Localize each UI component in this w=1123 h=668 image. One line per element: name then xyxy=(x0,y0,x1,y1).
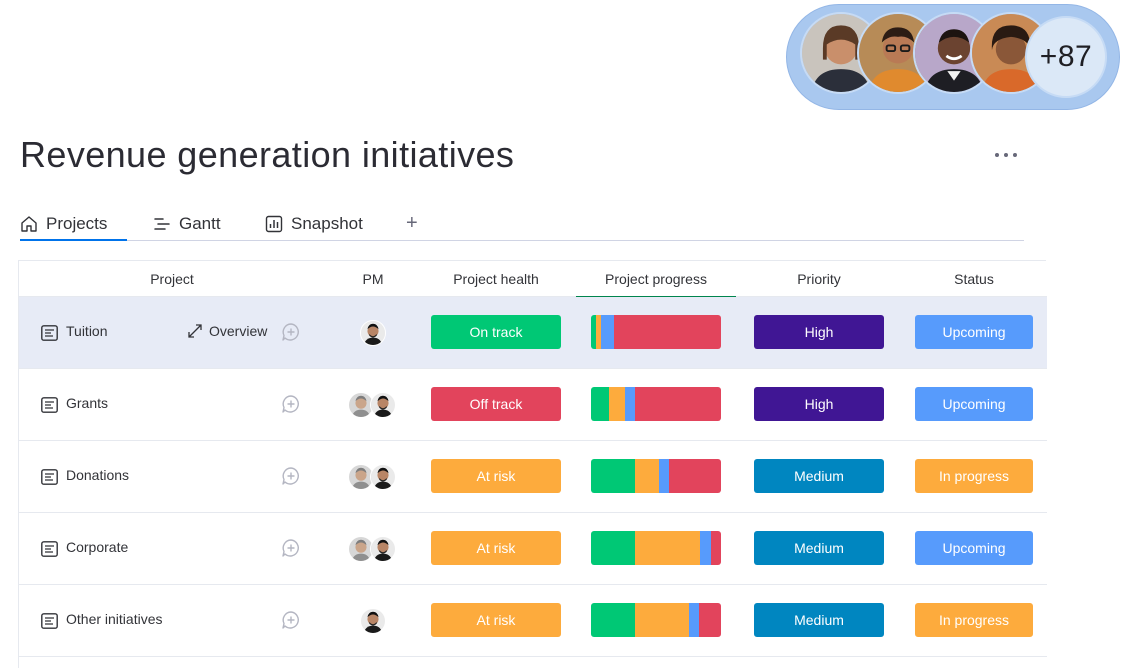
item-icon xyxy=(41,613,58,629)
status-label[interactable]: In progress xyxy=(915,459,1033,493)
column-header-pm[interactable]: PM xyxy=(325,261,421,297)
project-name: Donations xyxy=(66,467,130,483)
progress-segment xyxy=(658,459,669,493)
progress-segment xyxy=(635,459,659,493)
progress-bar[interactable] xyxy=(591,531,721,565)
project-name-cell[interactable]: Grants xyxy=(19,369,325,440)
project-name-cell[interactable]: Tuition Overview xyxy=(19,297,325,368)
health-label[interactable]: Off track xyxy=(431,387,561,421)
priority-label[interactable]: High xyxy=(754,315,884,349)
project-name-cell[interactable]: Donations xyxy=(19,441,325,512)
pm-avatar xyxy=(360,608,386,634)
pm-cell[interactable] xyxy=(325,369,421,440)
projects-table: Project PM Project health Project progre… xyxy=(18,260,1049,668)
progress-segment xyxy=(710,531,721,565)
overview-label: Overview xyxy=(209,323,268,339)
status-label[interactable]: Upcoming xyxy=(915,531,1033,565)
health-label[interactable]: At risk xyxy=(431,603,561,637)
column-header-priority[interactable]: Priority xyxy=(739,261,899,297)
project-name: Other initiatives xyxy=(66,611,163,627)
health-label[interactable]: At risk xyxy=(431,459,561,493)
project-name: Corporate xyxy=(66,539,129,555)
chart-icon xyxy=(265,215,283,233)
table-row[interactable]: Corporate At risk Medium Upcoming xyxy=(19,513,1047,585)
table-row[interactable]: Grants Off track High Upcoming xyxy=(19,369,1047,441)
page-title: Revenue generation initiatives xyxy=(20,134,515,175)
tab-label: Gantt xyxy=(179,214,221,233)
tab-label: Projects xyxy=(46,214,108,233)
table-row[interactable]: Donations At risk Medium In progress xyxy=(19,441,1047,513)
project-name: Grants xyxy=(66,395,109,411)
project-name-cell[interactable]: Corporate xyxy=(19,513,325,584)
health-label[interactable]: At risk xyxy=(431,531,561,565)
priority-label[interactable]: High xyxy=(754,387,884,421)
overview-button[interactable]: Overview xyxy=(187,323,267,339)
pm-cell[interactable] xyxy=(325,297,421,368)
project-name-cell[interactable]: Other initiatives xyxy=(19,585,325,656)
add-update-icon[interactable] xyxy=(281,538,301,558)
add-update-icon[interactable] xyxy=(281,322,301,342)
status-label[interactable]: Upcoming xyxy=(915,315,1033,349)
add-update-icon[interactable] xyxy=(281,610,301,630)
column-header-progress[interactable]: Project progress xyxy=(576,261,736,298)
column-header-health[interactable]: Project health xyxy=(421,261,571,297)
pm-avatar xyxy=(370,536,396,562)
more-collaborators-badge[interactable]: +87 xyxy=(1025,16,1107,98)
progress-bar[interactable] xyxy=(591,459,721,493)
progress-segment xyxy=(591,387,610,421)
table-row[interactable]: Tuition Overview On track High Upcoming xyxy=(19,297,1047,369)
progress-segment xyxy=(591,603,636,637)
gantt-icon xyxy=(154,218,170,230)
table-header: Project PM Project health Project progre… xyxy=(19,261,1049,298)
tab-projects[interactable]: Projects xyxy=(20,208,127,241)
add-update-icon[interactable] xyxy=(281,466,301,486)
pm-cell[interactable] xyxy=(325,513,421,584)
home-icon xyxy=(21,216,37,232)
progress-segment xyxy=(698,603,721,637)
pm-avatar xyxy=(370,464,396,490)
table-row[interactable]: Other initiatives At risk Medium In progres… xyxy=(19,585,1047,657)
expand-icon xyxy=(188,324,202,338)
priority-label[interactable]: Medium xyxy=(754,531,884,565)
tab-gantt[interactable]: Gantt xyxy=(153,208,221,240)
progress-segment xyxy=(601,315,615,349)
more-horizontal-icon[interactable] xyxy=(986,140,1026,170)
progress-segment xyxy=(591,459,636,493)
progress-segment xyxy=(609,387,625,421)
progress-bar[interactable] xyxy=(591,315,721,349)
pm-cell[interactable] xyxy=(325,441,421,512)
item-icon xyxy=(41,325,58,341)
progress-segment xyxy=(624,387,636,421)
priority-label[interactable]: Medium xyxy=(754,459,884,493)
item-icon xyxy=(41,469,58,485)
progress-segment xyxy=(688,603,699,637)
column-header-project[interactable]: Project xyxy=(19,261,325,297)
progress-segment xyxy=(635,603,689,637)
item-icon xyxy=(41,397,58,413)
progress-segment xyxy=(591,531,636,565)
column-header-status[interactable]: Status xyxy=(899,261,1049,297)
progress-segment xyxy=(614,315,721,349)
tab-snapshot[interactable]: Snapshot xyxy=(265,208,363,240)
health-label[interactable]: On track xyxy=(431,315,561,349)
project-name: Tuition xyxy=(66,323,108,339)
add-view-button[interactable]: + xyxy=(406,212,418,235)
progress-bar[interactable] xyxy=(591,603,721,637)
status-label[interactable]: Upcoming xyxy=(915,387,1033,421)
pm-avatar xyxy=(370,392,396,418)
pm-cell[interactable] xyxy=(325,585,421,656)
progress-segment xyxy=(635,531,701,565)
status-label[interactable]: In progress xyxy=(915,603,1033,637)
item-icon xyxy=(41,541,58,557)
add-update-icon[interactable] xyxy=(281,394,301,414)
progress-segment xyxy=(635,387,721,421)
pm-avatar xyxy=(360,320,386,346)
progress-bar[interactable] xyxy=(591,387,721,421)
tab-label: Snapshot xyxy=(291,214,363,233)
progress-segment xyxy=(700,531,711,565)
progress-segment xyxy=(668,459,721,493)
priority-label[interactable]: Medium xyxy=(754,603,884,637)
view-tabs: Projects Gantt Snapshot + xyxy=(20,208,1024,241)
